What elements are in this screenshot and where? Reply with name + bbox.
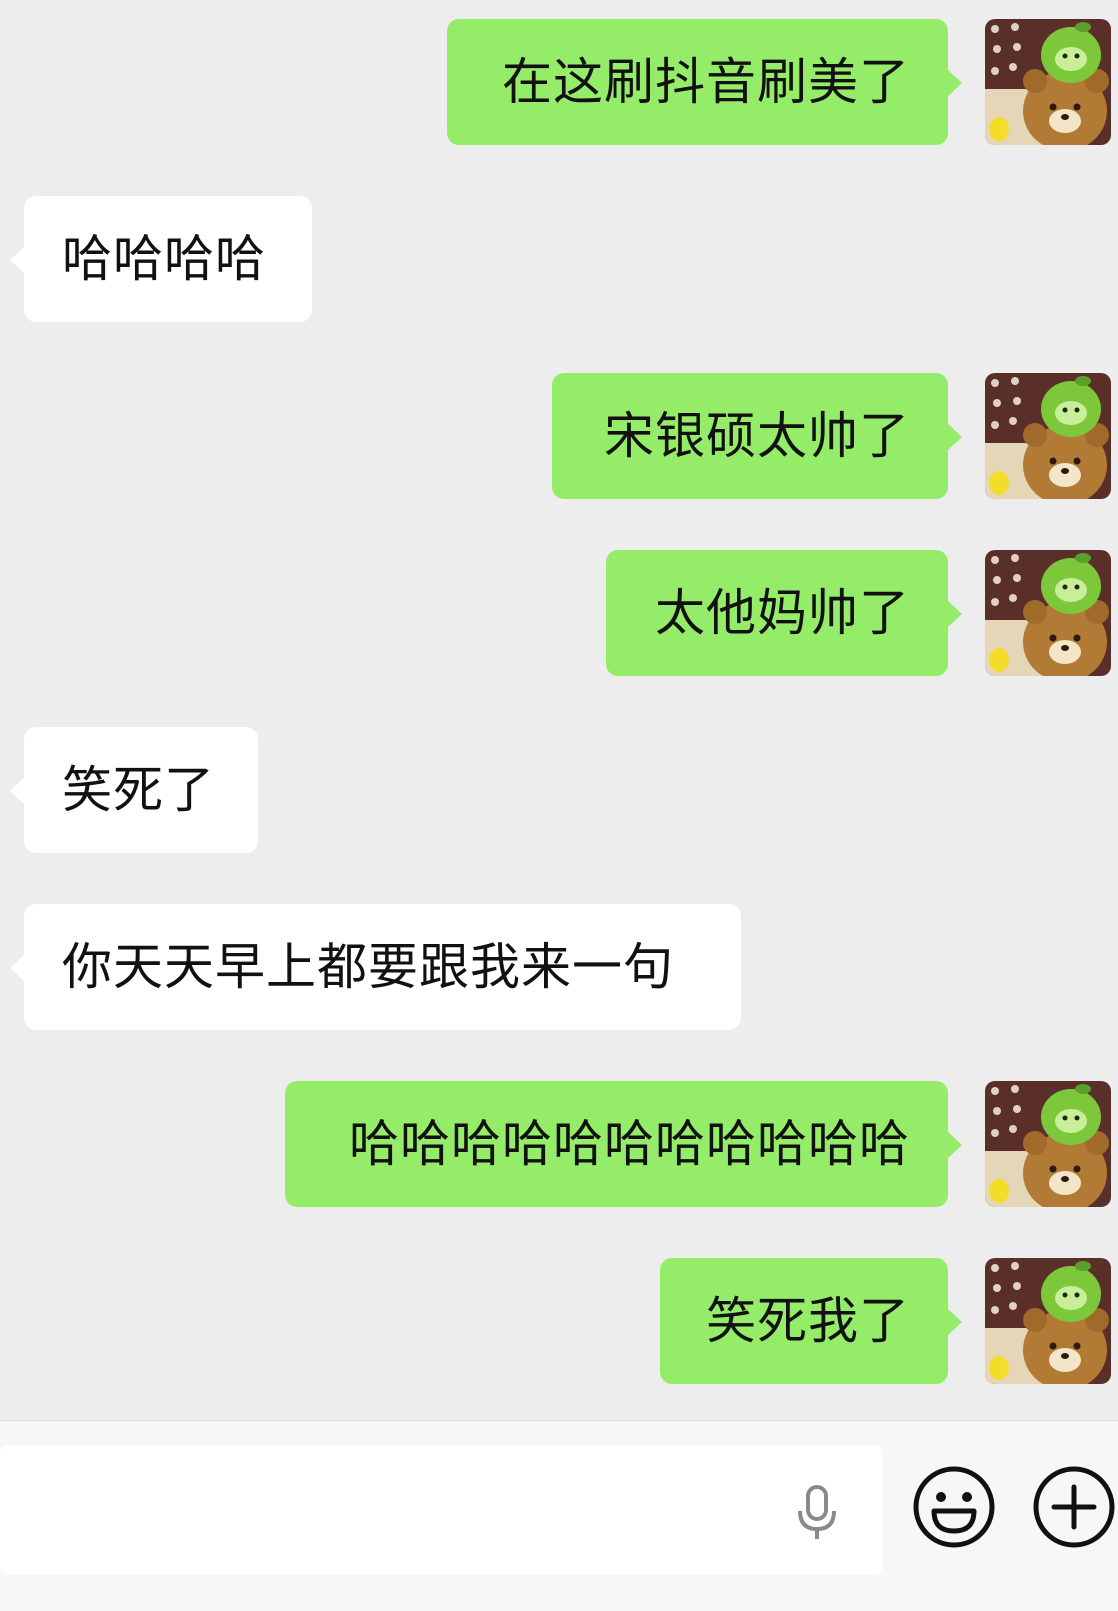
message-bubble-sent[interactable]: 哈哈哈哈哈哈哈哈哈哈哈 [285, 1081, 962, 1207]
plus-icon [1033, 1466, 1115, 1548]
message-bubble-received[interactable]: 笑死了 [10, 727, 258, 853]
my-avatar[interactable] [985, 19, 1111, 145]
emoji-icon [913, 1466, 995, 1548]
message-bubble-sent[interactable]: 太他妈帅了 [606, 550, 962, 676]
message-bubble-sent[interactable]: 在这刷抖音刷美了 [447, 19, 962, 145]
chat-message-list: 在这刷抖音刷美了 哈哈哈哈 宋银硕太帅了 太他妈帅了 笑死了 你天天早上都要跟我… [0, 0, 1118, 1420]
my-avatar[interactable] [985, 373, 1111, 499]
microphone-icon[interactable] [793, 1485, 841, 1541]
bear-avatar-icon [985, 373, 1111, 499]
message-bubble-received[interactable]: 哈哈哈哈 [10, 196, 312, 322]
message-bubble-sent[interactable]: 笑死我了 [660, 1258, 962, 1384]
bear-avatar-icon [985, 1081, 1111, 1207]
message-bubble-sent[interactable]: 宋银硕太帅了 [552, 373, 962, 499]
emoji-button[interactable] [912, 1465, 996, 1549]
bear-avatar-icon [985, 1258, 1111, 1384]
message-input[interactable] [0, 1445, 882, 1575]
bear-avatar-icon [985, 19, 1111, 145]
plus-button[interactable] [1032, 1465, 1116, 1549]
my-avatar[interactable] [985, 550, 1111, 676]
message-bubble-received[interactable]: 你天天早上都要跟我来一句 [10, 904, 741, 1030]
my-avatar[interactable] [985, 1081, 1111, 1207]
bear-avatar-icon [985, 550, 1111, 676]
chat-input-bar [0, 1420, 1118, 1611]
my-avatar[interactable] [985, 1258, 1111, 1384]
